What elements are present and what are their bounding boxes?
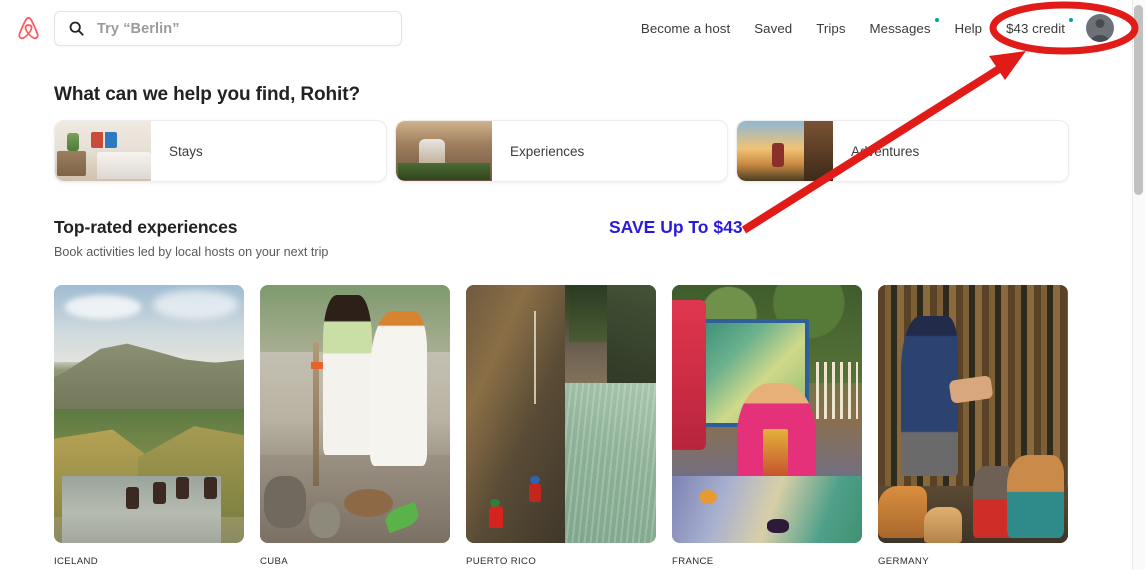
experience-card-cuba[interactable]: CUBA xyxy=(260,285,450,567)
category-card-experiences[interactable]: Experiences xyxy=(395,120,728,182)
page-title: What can we help you find, Rohit? xyxy=(54,84,360,105)
santeria-ritual-courtyard-photo xyxy=(260,285,450,543)
woman-at-decorated-table-photo xyxy=(672,285,862,543)
experience-caption: ICELAND xyxy=(54,556,99,567)
nav-messages[interactable]: Messages xyxy=(858,15,943,42)
nav-label: Messages xyxy=(869,20,931,36)
notification-dot xyxy=(1069,17,1073,22)
airbnb-logo[interactable] xyxy=(14,13,42,43)
category-label: Adventures xyxy=(851,143,920,159)
nav-label: Trips xyxy=(816,20,846,36)
search-bar[interactable] xyxy=(54,11,402,46)
nav-label: Saved xyxy=(754,20,793,36)
annotation-save-text: SAVE Up To $43 xyxy=(609,217,743,237)
nav-become-a-host[interactable]: Become a host xyxy=(629,15,742,42)
nav-label: $43 credit xyxy=(1006,20,1065,36)
experience-card-germany[interactable]: GERMANY xyxy=(878,285,1068,567)
nav-credit[interactable]: $43 credit xyxy=(994,15,1077,42)
experience-card-row: ICELAND CUBA PUERTO RICO FRANCE GERMANY xyxy=(54,285,1068,567)
nav-saved[interactable]: Saved xyxy=(742,15,804,42)
category-card-adventures[interactable]: Adventures xyxy=(736,120,1069,182)
category-card-stays[interactable]: Stays xyxy=(54,120,387,182)
experience-caption: FRANCE xyxy=(672,556,714,567)
header-nav: Become a host Saved Trips Messages Help … xyxy=(629,0,1121,56)
vertical-scrollbar-thumb[interactable] xyxy=(1134,5,1143,195)
bedroom-photo xyxy=(55,121,151,181)
experience-caption: GERMANY xyxy=(878,556,929,567)
nav-label: Become a host xyxy=(640,20,731,36)
search-input[interactable] xyxy=(95,19,365,38)
notification-dot xyxy=(934,17,939,22)
experience-caption: CUBA xyxy=(260,556,289,567)
app-window: Become a host Saved Trips Messages Help … xyxy=(0,0,1145,570)
nav-label: Help xyxy=(954,20,983,36)
avatar[interactable] xyxy=(1086,14,1114,42)
man-with-dogs-in-forest-photo xyxy=(878,285,1068,543)
horseback-riding-river-valley-photo xyxy=(54,285,244,543)
section-subtitle: Book activities led by local hosts on yo… xyxy=(54,245,329,259)
cooking-class-photo xyxy=(396,121,492,181)
experience-card-france[interactable]: FRANCE xyxy=(672,285,862,567)
nav-help[interactable]: Help xyxy=(943,15,995,42)
search-icon xyxy=(69,21,84,36)
hiking-sunrise-photo xyxy=(737,121,833,181)
experience-card-iceland[interactable]: ICELAND xyxy=(54,285,244,567)
category-label: Experiences xyxy=(510,143,585,159)
site-header: Become a host Saved Trips Messages Help … xyxy=(0,0,1133,56)
category-card-row: Stays Experiences Adventures xyxy=(54,120,1069,182)
section-title: Top-rated experiences xyxy=(54,217,238,237)
canyon-river-rappelling-photo xyxy=(466,285,656,543)
category-label: Stays xyxy=(169,143,203,159)
nav-trips[interactable]: Trips xyxy=(804,15,857,42)
experience-card-puerto-rico[interactable]: PUERTO RICO xyxy=(466,285,656,567)
experience-caption: PUERTO RICO xyxy=(466,556,537,567)
